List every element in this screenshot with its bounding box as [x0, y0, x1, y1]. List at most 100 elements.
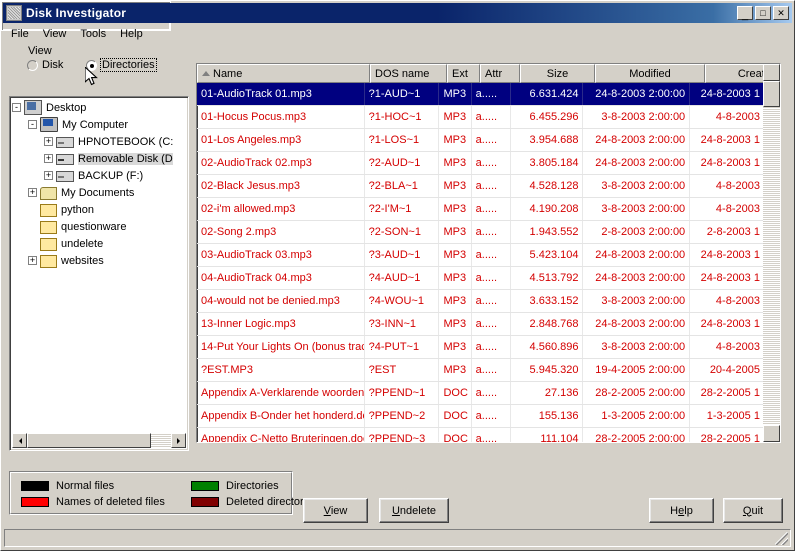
tree-horizontal-scrollbar[interactable]	[12, 433, 186, 448]
view-button[interactable]: View	[303, 498, 368, 523]
file-list-row[interactable]: Appendix C-Netto Bruteringen.doc ?PPEND~3…	[197, 428, 765, 442]
menu-item-help[interactable]: Help	[113, 27, 150, 41]
tree-node-my-documents[interactable]: + My Documents	[12, 184, 180, 201]
tree-node-questionware[interactable]: questionware	[12, 218, 180, 235]
cell-dos-name: ?4-AUD~1	[365, 267, 440, 289]
file-list-row[interactable]: Appendix B-Onder het honderd.doc ?PPEND~2…	[197, 405, 765, 428]
undelete-button-label: Undelete	[391, 504, 437, 517]
cell-modified: 24-8-2003 2:00:00	[583, 129, 691, 151]
legend-label: Normal files	[56, 480, 115, 492]
file-list-scroll-track[interactable]	[763, 81, 780, 425]
file-list-scroll-thumb[interactable]	[763, 81, 780, 107]
column-header-ext[interactable]: Ext	[447, 64, 480, 83]
tree-node-my-computer[interactable]: - My Computer	[12, 116, 180, 133]
help-button[interactable]: Help	[649, 498, 714, 523]
undelete-button[interactable]: Undelete	[379, 498, 449, 523]
file-list-row[interactable]: Appendix A-Verklarende woordenlijst.?PPE…	[197, 382, 765, 405]
minimize-button[interactable]: _	[737, 6, 753, 21]
file-list-row[interactable]: 02-Song 2.mp3 ?2-SON~1 MP3 a..... 1.943.552 2…	[197, 221, 765, 244]
cell-ext: MP3	[439, 152, 472, 174]
tree-node-hpnotebook-c[interactable]: + HPNOTEBOOK (C:	[12, 133, 180, 150]
cell-attr: a.....	[472, 244, 511, 266]
file-list-row[interactable]: 03-AudioTrack 03.mp3 ?3-AUD~1 MP3 a..... 5.4…	[197, 244, 765, 267]
file-list-row[interactable]: 13-Inner Logic.mp3 ?3-INN~1 MP3 a..... 2.848…	[197, 313, 765, 336]
file-list-row[interactable]: 02-Black Jesus.mp3 ?2-BLA~1 MP3 a..... 4.528…	[197, 175, 765, 198]
tree-scroll-track[interactable]	[27, 433, 171, 448]
tree-node-python[interactable]: python	[12, 201, 180, 218]
column-header-label: DOS name	[375, 67, 430, 80]
file-list-row[interactable]: 04-would not be denied.mp3 ?4-WOU~1 MP3 a..…	[197, 290, 765, 313]
file-list-row[interactable]: 01-Los Angeles.mp3 ?1-LOS~1 MP3 a..... 3.954…	[197, 129, 765, 152]
file-list-row[interactable]: 04-AudioTrack 04.mp3 ?4-AUD~1 MP3 a..... 4.5…	[197, 267, 765, 290]
column-header-name[interactable]: Name	[197, 64, 370, 83]
cell-created: 24-8-2003 1	[690, 313, 765, 335]
quit-button[interactable]: Quit	[723, 498, 783, 523]
expand-icon[interactable]: +	[28, 256, 37, 265]
cell-ext: MP3	[439, 359, 472, 381]
cell-modified: 24-8-2003 2:00:00	[583, 152, 691, 174]
tree-node-label: Desktop	[46, 101, 87, 114]
tree-node-label: websites	[61, 254, 104, 267]
file-list-vertical-scrollbar[interactable]	[763, 64, 780, 442]
tree-scroll-left-button[interactable]	[12, 433, 27, 448]
tree-node-removable-disk-d[interactable]: + Removable Disk (D	[12, 150, 180, 167]
tree-node-backup-f[interactable]: + BACKUP (F:)	[12, 167, 180, 184]
tree-node-undelete[interactable]: undelete	[12, 235, 180, 252]
cell-ext: DOC	[439, 405, 472, 427]
tree-scroll-right-button[interactable]	[171, 433, 186, 448]
expand-icon[interactable]: +	[28, 188, 37, 197]
tree-node-websites[interactable]: + websites	[12, 252, 180, 269]
menu-item-view[interactable]: View	[36, 27, 74, 41]
cell-created: 4-8-2003	[690, 175, 765, 197]
file-list-row[interactable]: 02-AudioTrack 02.mp3 ?2-AUD~1 MP3 a..... 3.8…	[197, 152, 765, 175]
tree-scroll-thumb[interactable]	[27, 433, 151, 448]
radio-option-directories[interactable]: Directories	[86, 58, 157, 72]
help-button-label: Help	[670, 504, 693, 517]
menu-item-tools[interactable]: Tools	[73, 27, 113, 41]
radio-directories-indicator[interactable]	[86, 59, 97, 71]
file-list-header[interactable]: Name DOS name Ext Attr Size Modified Created	[197, 64, 780, 83]
file-list-panel[interactable]: Name DOS name Ext Attr Size Modified Created 0…	[196, 63, 781, 443]
column-header-modified[interactable]: Modified	[595, 64, 705, 83]
expand-icon[interactable]: +	[44, 171, 53, 180]
column-header-size[interactable]: Size	[520, 64, 595, 83]
menu-item-file[interactable]: File	[4, 27, 36, 41]
collapse-icon[interactable]: -	[28, 120, 37, 129]
close-button[interactable]: ✕	[773, 6, 789, 20]
cell-name: 04-AudioTrack 04.mp3	[197, 267, 365, 289]
tree-node-desktop[interactable]: - Desktop	[12, 99, 180, 116]
file-list-row[interactable]: 01-Hocus Pocus.mp3 ?1-HOC~1 MP3 a..... 6.455…	[197, 106, 765, 129]
file-list-row[interactable]: 14-Put Your Lights On (bonus track).r ?4-…	[197, 336, 765, 359]
column-header-attr[interactable]: Attr	[480, 64, 520, 83]
cell-created: 4-8-2003	[690, 106, 765, 128]
radio-option-disk[interactable]: Disk	[27, 59, 63, 71]
documents-icon	[40, 186, 57, 200]
legend-color-swatch	[191, 497, 219, 507]
cell-created: 4-8-2003	[690, 290, 765, 312]
file-list-body[interactable]: 01-AudioTrack 01.mp3 ?1-AUD~1 MP3 a..... 6.6…	[197, 83, 765, 442]
resize-grip-icon[interactable]	[775, 532, 788, 545]
cell-name: ?EST.MP3	[197, 359, 365, 381]
tree-node-label: HPNOTEBOOK (C:	[78, 135, 174, 148]
radio-disk-indicator[interactable]	[27, 59, 38, 71]
file-list-scroll-up-button[interactable]	[763, 64, 780, 81]
maximize-button[interactable]: □	[755, 6, 771, 20]
directory-tree[interactable]: - Desktop - My Computer + HPNOTEBOOK (C: + Remo…	[12, 99, 180, 429]
column-header-label: Name	[213, 67, 243, 80]
collapse-icon[interactable]: -	[12, 103, 21, 112]
file-list-row[interactable]: 01-AudioTrack 01.mp3 ?1-AUD~1 MP3 a..... 6.6…	[197, 83, 765, 106]
column-header-dos-name[interactable]: DOS name	[370, 64, 447, 83]
cell-ext: MP3	[439, 267, 472, 289]
cell-dos-name: ?2-AUD~1	[365, 152, 440, 174]
file-list-scroll-down-button[interactable]	[763, 425, 780, 442]
directory-tree-panel[interactable]: - Desktop - My Computer + HPNOTEBOOK (C: + Remo…	[9, 96, 189, 451]
cell-name: 14-Put Your Lights On (bonus track).r	[197, 336, 365, 358]
cell-attr: a.....	[472, 221, 511, 243]
file-list-row[interactable]: 02-i'm allowed.mp3 ?2-I'M~1 MP3 a..... 4.190…	[197, 198, 765, 221]
cell-size: 6.631.424	[511, 83, 584, 105]
cell-modified: 2-8-2003 2:00:00	[583, 221, 691, 243]
expand-icon[interactable]: +	[44, 137, 53, 146]
file-list-row[interactable]: ?EST.MP3 ?EST MP3 a..... 5.945.320 19-4-2005 …	[197, 359, 765, 382]
expand-icon[interactable]: +	[44, 154, 53, 163]
